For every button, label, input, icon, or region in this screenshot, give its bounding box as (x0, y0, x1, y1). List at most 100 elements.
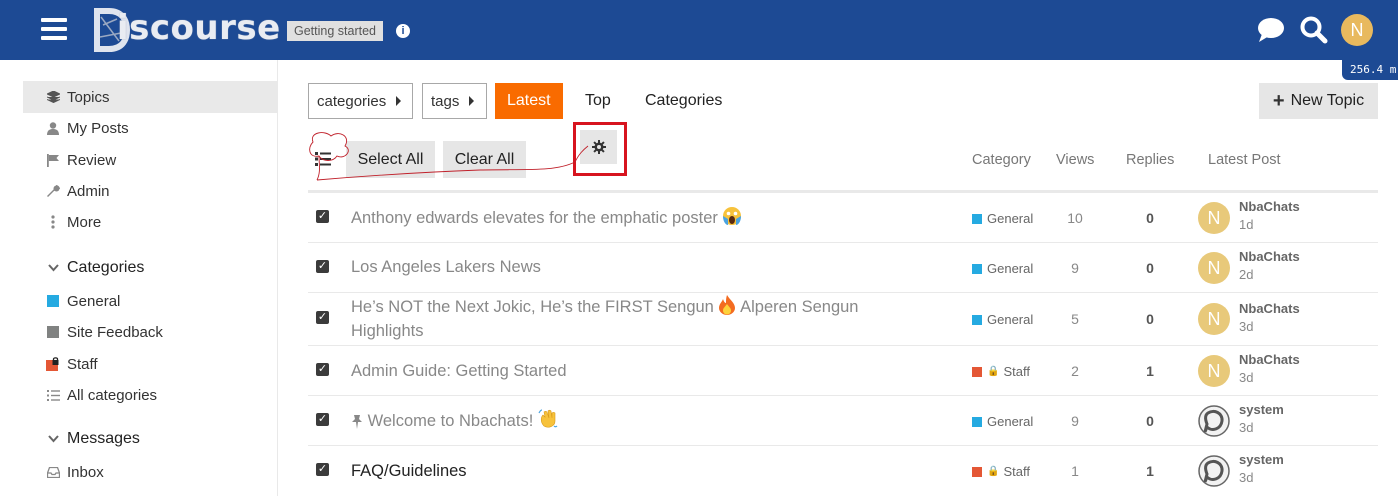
sidebar-item-staff[interactable]: Staff (23, 348, 277, 380)
column-header-latest-post[interactable]: Latest Post (1208, 152, 1281, 168)
poster-username[interactable]: NbaChats (1239, 301, 1300, 316)
sidebar-item-label: My Posts (67, 119, 129, 137)
table-row: ✓ Welcome to Nbachats! General 9 0 syste… (308, 396, 1378, 446)
sidebar-item-inbox[interactable]: Inbox (23, 456, 277, 488)
sidebar-section-messages[interactable]: Messages (23, 424, 140, 454)
views-count: 9 (1071, 413, 1079, 429)
topic-title[interactable]: Anthony edwards elevates for the emphati… (351, 206, 911, 230)
topic-title-text: Alperen Sengun (740, 298, 859, 316)
annotation-scribble-icon (309, 132, 589, 181)
topic-title[interactable]: Admin Guide: Getting Started (351, 359, 911, 383)
topic-title[interactable]: FAQ/Guidelines (351, 459, 911, 483)
poster-avatar[interactable]: N (1198, 252, 1230, 284)
replies-count[interactable]: 1 (1120, 463, 1180, 479)
column-header-replies[interactable]: Replies (1126, 152, 1174, 168)
row-checkbox[interactable]: ✓ (316, 311, 329, 324)
sidebar-section-categories[interactable]: Categories (23, 253, 144, 283)
row-checkbox[interactable]: ✓ (316, 363, 329, 376)
row-checkbox[interactable]: ✓ (316, 463, 329, 476)
tab-top[interactable]: Top (585, 83, 611, 119)
system-avatar-icon[interactable] (1198, 455, 1230, 487)
post-time[interactable]: 3d (1239, 370, 1253, 385)
sidebar-item-topics[interactable]: Topics (23, 81, 277, 113)
poster-username[interactable]: system (1239, 452, 1284, 467)
poster-username[interactable]: NbaChats (1239, 249, 1300, 264)
views-count: 5 (1071, 311, 1079, 327)
category-badge[interactable]: General (972, 414, 1033, 429)
category-badge[interactable]: General (972, 211, 1033, 226)
sidebar-item-admin[interactable]: Admin (23, 175, 277, 207)
dropdown-label: tags (431, 92, 460, 110)
sidebar-item-label: Admin (67, 182, 110, 200)
tab-categories[interactable]: Categories (645, 83, 722, 119)
row-checkbox[interactable]: ✓ (316, 413, 329, 426)
getting-started-badge[interactable]: Getting started (287, 21, 383, 41)
layers-icon (45, 91, 61, 103)
topic-title[interactable]: Welcome to Nbachats! (351, 409, 911, 433)
row-checkbox[interactable]: ✓ (316, 260, 329, 273)
new-topic-button[interactable]: + New Topic (1259, 83, 1378, 119)
post-time[interactable]: 3d (1239, 319, 1253, 334)
topic-title-text: FAQ/Guidelines (351, 462, 467, 480)
chat-icon[interactable] (1256, 16, 1286, 44)
system-avatar-icon[interactable] (1198, 405, 1230, 437)
post-time[interactable]: 1d (1239, 217, 1253, 232)
user-icon (45, 121, 61, 135)
category-label: Staff (1003, 364, 1030, 379)
replies-count[interactable]: 0 (1120, 413, 1180, 429)
tags-dropdown[interactable]: tags (422, 83, 487, 119)
replies-count[interactable]: 1 (1120, 363, 1180, 379)
category-badge[interactable]: 🔒 Staff (972, 364, 1030, 379)
table-row: ✓ Los Angeles Lakers News General 9 0 N … (308, 243, 1378, 293)
ellipsis-vertical-icon (45, 215, 61, 229)
column-header-category[interactable]: Category (972, 152, 1031, 168)
sidebar-item-label: Site Feedback (67, 323, 163, 341)
poster-avatar[interactable]: N (1198, 303, 1230, 335)
tab-latest[interactable]: Latest (495, 83, 563, 119)
lock-icon: 🔒 (987, 366, 1000, 377)
fire-emoji-icon (719, 295, 736, 315)
poster-avatar[interactable]: N (1198, 355, 1230, 387)
memory-readout: 256.4 m (1342, 60, 1398, 80)
post-time[interactable]: 2d (1239, 267, 1253, 282)
plus-icon: + (1272, 89, 1285, 112)
section-heading: Categories (67, 259, 145, 276)
logo-text: iscourse (117, 8, 281, 48)
info-icon[interactable]: i (396, 24, 410, 38)
poster-avatar[interactable]: N (1198, 202, 1230, 234)
category-badge[interactable]: General (972, 312, 1033, 327)
replies-count[interactable]: 0 (1120, 311, 1180, 327)
topic-title-text: Highlights (351, 322, 424, 340)
site-logo[interactable]: iscourse (91, 5, 280, 55)
row-checkbox[interactable]: ✓ (316, 210, 329, 223)
sidebar-item-my-posts[interactable]: My Posts (23, 112, 277, 144)
table-row: ✓ He’s NOT the Next Jokic, He’s the FIRS… (308, 293, 1378, 346)
search-icon[interactable] (1299, 15, 1329, 45)
sidebar-item-label: Topics (67, 88, 110, 106)
topic-title[interactable]: He’s NOT the Next Jokic, He’s the FIRST … (351, 295, 911, 343)
categories-dropdown[interactable]: categories (308, 83, 413, 119)
sidebar-item-review[interactable]: Review (23, 144, 277, 176)
views-count: 1 (1071, 463, 1079, 479)
topic-title-text: Welcome to Nbachats! (367, 412, 534, 430)
category-badge[interactable]: 🔒 Staff (972, 464, 1030, 479)
user-avatar[interactable]: N (1341, 14, 1373, 46)
replies-count[interactable]: 0 (1120, 210, 1180, 226)
post-time[interactable]: 3d (1239, 470, 1253, 485)
category-badge[interactable]: General (972, 261, 1033, 276)
post-time[interactable]: 3d (1239, 420, 1253, 435)
sidebar-item-general[interactable]: General (23, 285, 277, 317)
sidebar-item-site-feedback[interactable]: Site Feedback (23, 316, 277, 348)
poster-username[interactable]: system (1239, 402, 1284, 417)
locked-category-swatch-icon (45, 357, 61, 371)
topic-title[interactable]: Los Angeles Lakers News (351, 255, 911, 279)
poster-username[interactable]: NbaChats (1239, 352, 1300, 367)
replies-count[interactable]: 0 (1120, 260, 1180, 276)
poster-username[interactable]: NbaChats (1239, 199, 1300, 214)
section-heading: Messages (67, 430, 140, 447)
hamburger-menu-icon[interactable] (41, 18, 67, 40)
chevron-down-icon (45, 261, 61, 275)
column-header-views[interactable]: Views (1056, 152, 1094, 168)
sidebar-item-more[interactable]: More (23, 206, 277, 238)
sidebar-item-all-categories[interactable]: All categories (23, 379, 277, 411)
